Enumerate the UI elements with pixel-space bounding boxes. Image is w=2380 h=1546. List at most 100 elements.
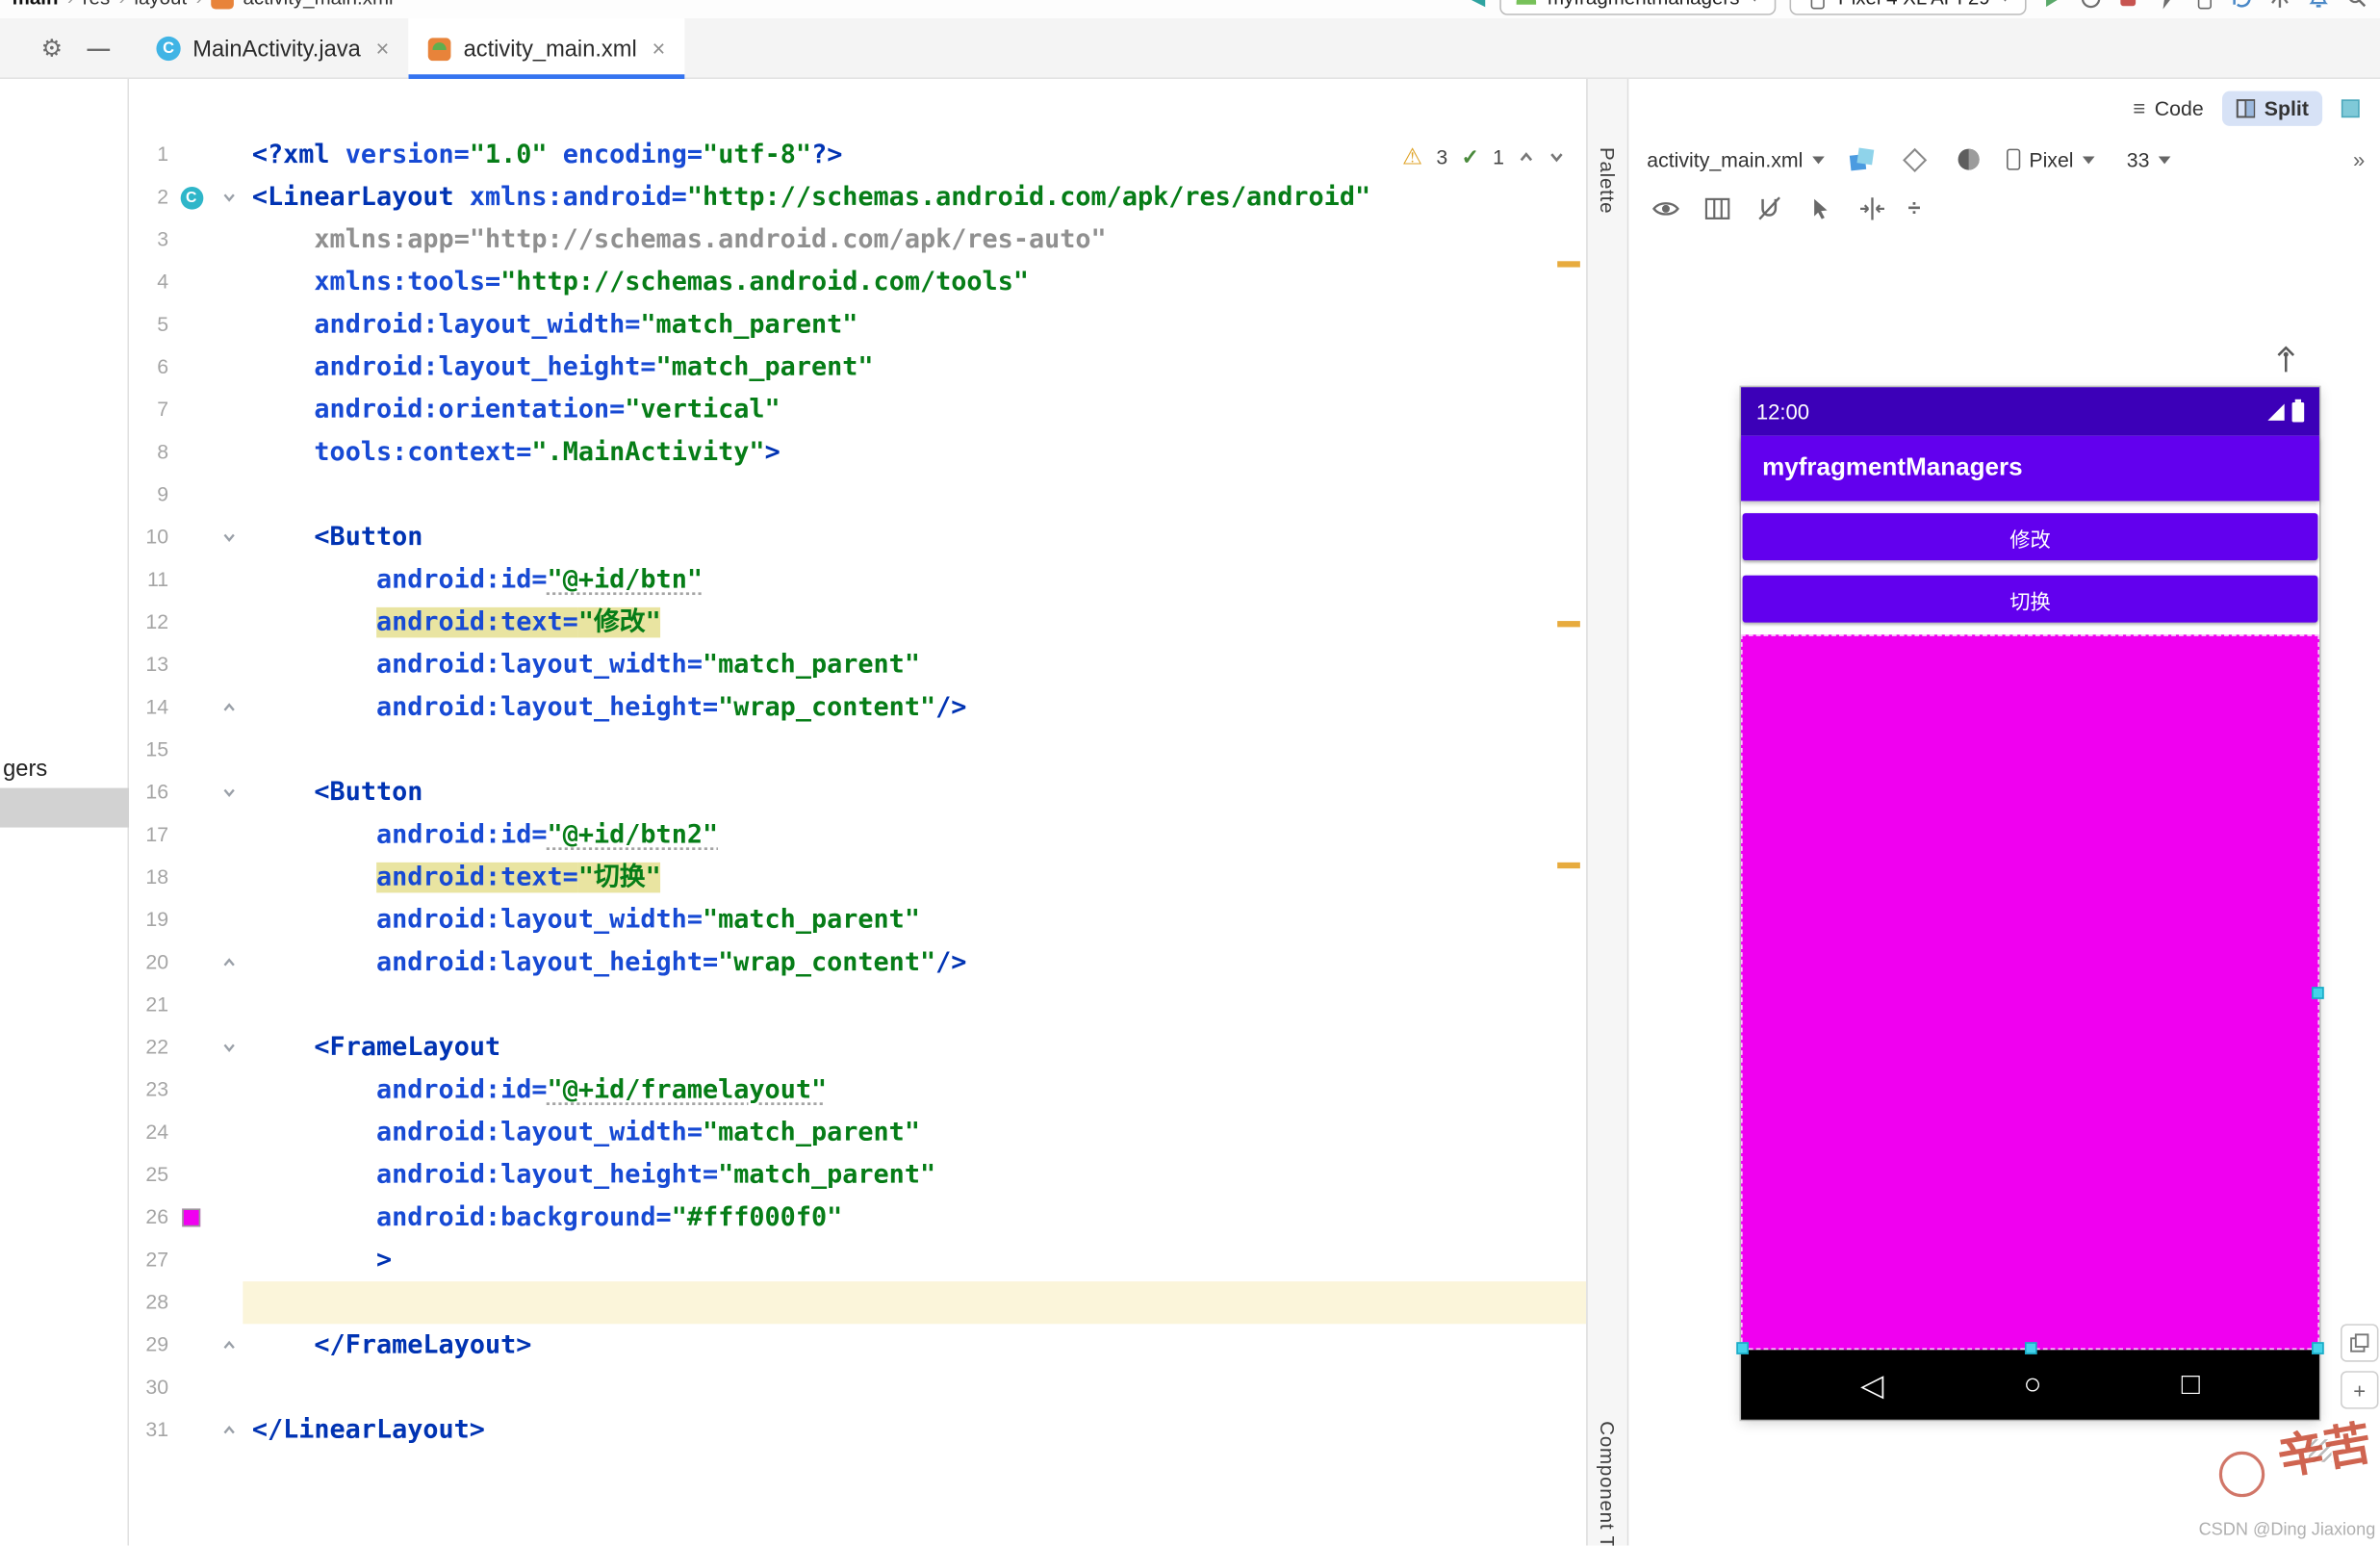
code-text[interactable] [243, 474, 1586, 516]
design-api-selector[interactable]: 33 [2117, 148, 2170, 171]
code-text[interactable]: android:layout_height="wrap_content"/> [243, 941, 1586, 984]
color-swatch-gutter-icon[interactable] [168, 1197, 214, 1239]
default-margins-icon[interactable]: ÷ [1908, 195, 1921, 221]
selection-handle[interactable] [2312, 986, 2324, 998]
blueprint-toggle-icon[interactable] [1900, 144, 1931, 175]
code-line[interactable]: 31</LinearLayout> [129, 1409, 1586, 1452]
code-line[interactable]: 18 android:text="切换" [129, 857, 1586, 899]
nav-home-icon[interactable]: ○ [2024, 1367, 2042, 1402]
notifications-icon[interactable] [2306, 0, 2330, 10]
code-line[interactable]: 5 android:layout_width="match_parent" [129, 303, 1586, 346]
code-line[interactable]: 8 tools:context=".MainActivity"> [129, 431, 1586, 474]
code-line[interactable]: 12 android:text="修改" [129, 602, 1586, 644]
code-line[interactable]: 25 android:layout_height="match_parent" [129, 1154, 1586, 1197]
fold-marker-icon[interactable] [214, 1026, 243, 1069]
code-line[interactable]: 29 </FrameLayout> [129, 1324, 1586, 1366]
warning-stripe-mark[interactable] [1557, 261, 1580, 267]
code-line[interactable]: 15 [129, 729, 1586, 771]
close-icon[interactable]: × [376, 36, 390, 62]
code-line[interactable]: 14 android:layout_height="wrap_content"/… [129, 686, 1586, 729]
orientation-theme-icon[interactable] [1954, 144, 1984, 175]
fold-marker-icon[interactable] [214, 1409, 243, 1452]
tab-mainactivity-java[interactable]: C MainActivity.java × [137, 18, 409, 79]
code-text[interactable]: android:layout_width="match_parent" [243, 303, 1586, 346]
code-line[interactable]: 11 android:id="@+id/btn" [129, 558, 1586, 601]
preview-status-bar[interactable]: 12:00 [1741, 387, 2319, 435]
profiler-icon[interactable] [2078, 0, 2102, 10]
project-tree-item-truncated[interactable]: gers [3, 756, 47, 782]
code-text[interactable]: </FrameLayout> [243, 1324, 1586, 1366]
breadcrumb-item-layout[interactable]: layout [134, 0, 187, 9]
fold-marker-icon[interactable] [214, 1324, 243, 1366]
code-text[interactable]: android:id="@+id/btn" [243, 558, 1586, 601]
breadcrumb-item-file[interactable]: activity_main.xml [243, 0, 394, 9]
code-line[interactable]: 3 xmlns:app="http://schemas.android.com/… [129, 219, 1586, 261]
code-text[interactable]: android:text="切换" [243, 857, 1586, 899]
code-text[interactable]: android:id="@+id/btn2" [243, 813, 1586, 856]
fold-marker-icon[interactable] [214, 941, 243, 984]
device-manager-icon[interactable] [2191, 0, 2215, 10]
code-text[interactable]: <FrameLayout [243, 1026, 1586, 1069]
code-text[interactable]: android:layout_width="match_parent" [243, 899, 1586, 941]
target-device-selector[interactable]: Pixel 4 XL API 29 [1790, 0, 2027, 15]
related-class-gutter-icon[interactable]: C [168, 176, 214, 219]
next-issue-icon[interactable] [1548, 148, 1565, 165]
code-line[interactable]: 13 android:layout_width="match_parent" [129, 644, 1586, 686]
code-text[interactable]: xmlns:tools="http://schemas.android.com/… [243, 261, 1586, 303]
code-text[interactable] [243, 984, 1586, 1026]
infer-constraints-icon[interactable] [1856, 193, 1887, 223]
code-text[interactable]: <?xml version="1.0" encoding="utf-8"?> [243, 134, 1586, 176]
code-line[interactable]: 9 [129, 474, 1586, 516]
code-line[interactable]: 16 <Button [129, 771, 1586, 813]
code-text[interactable]: android:layout_height="wrap_content"/> [243, 686, 1586, 729]
back-arrow-icon[interactable]: ◀ [1469, 0, 1485, 11]
nav-back-icon[interactable]: ◁ [1860, 1366, 1883, 1404]
tab-activity-main-xml[interactable]: activity_main.xml × [409, 18, 685, 79]
fold-marker-icon[interactable] [214, 686, 243, 729]
prev-issue-icon[interactable] [1518, 148, 1534, 165]
code-text[interactable]: xmlns:app="http://schemas.android.com/ap… [243, 219, 1586, 261]
code-line[interactable]: 17 android:id="@+id/btn2" [129, 813, 1586, 856]
code-line[interactable]: 19 android:layout_width="match_parent" [129, 899, 1586, 941]
frame-layout-preview[interactable] [1741, 634, 2319, 1350]
code-line[interactable]: 10 <Button [129, 516, 1586, 558]
component-tree-stripe-button[interactable]: Component Tree [1596, 1421, 1619, 1545]
gear-icon[interactable]: ⚙ [41, 34, 64, 64]
code-text[interactable]: android:orientation="vertical" [243, 389, 1586, 431]
code-text[interactable]: <Button [243, 771, 1586, 813]
pan-cursor-icon[interactable] [1804, 193, 1835, 223]
code-text[interactable] [243, 1366, 1586, 1408]
pan-surface-button[interactable] [2341, 1324, 2378, 1361]
fold-marker-icon[interactable] [214, 176, 243, 219]
code-text[interactable]: android:layout_width="match_parent" [243, 1112, 1586, 1154]
code-text[interactable]: </LinearLayout> [243, 1409, 1586, 1452]
stop-button[interactable] [2116, 0, 2140, 10]
surface-layers-icon[interactable] [1847, 144, 1878, 175]
code-line[interactable]: 7 android:orientation="vertical" [129, 389, 1586, 431]
nav-recents-icon[interactable]: □ [2182, 1367, 2200, 1402]
code-text[interactable]: android:text="修改" [243, 602, 1586, 644]
code-line[interactable]: 26 android:background="#fff000f0" [129, 1197, 1586, 1239]
fold-marker-icon[interactable] [214, 771, 243, 813]
selection-handle[interactable] [2312, 1342, 2324, 1354]
code-text[interactable]: android:layout_width="match_parent" [243, 644, 1586, 686]
code-line[interactable]: 30 [129, 1366, 1586, 1408]
preview-app-bar[interactable]: myfragmentManagers [1741, 436, 2319, 502]
code-text[interactable]: <Button [243, 516, 1586, 558]
code-line[interactable]: 24 android:layout_width="match_parent" [129, 1112, 1586, 1154]
magnet-autoconnect-off-icon[interactable] [1753, 193, 1784, 223]
close-icon[interactable]: × [653, 36, 666, 62]
apply-changes-icon[interactable] [2154, 0, 2178, 10]
code-line[interactable]: 28 [129, 1281, 1586, 1324]
breadcrumb-item-res[interactable]: res [83, 0, 110, 9]
selection-handle[interactable] [1736, 1342, 1749, 1354]
code-text[interactable]: android:background="#fff000f0" [243, 1197, 1586, 1239]
fold-marker-icon[interactable] [214, 516, 243, 558]
code-line[interactable]: 4 xmlns:tools="http://schemas.android.co… [129, 261, 1586, 303]
caret-line[interactable] [243, 1281, 1586, 1324]
design-device-selector[interactable]: Pixel [2007, 148, 2095, 171]
code-line[interactable]: 6 android:layout_height="match_parent" [129, 347, 1586, 389]
code-text[interactable]: android:layout_height="match_parent" [243, 347, 1586, 389]
mode-design-button[interactable] [2327, 91, 2374, 123]
zoom-in-button[interactable]: + [2341, 1371, 2378, 1408]
